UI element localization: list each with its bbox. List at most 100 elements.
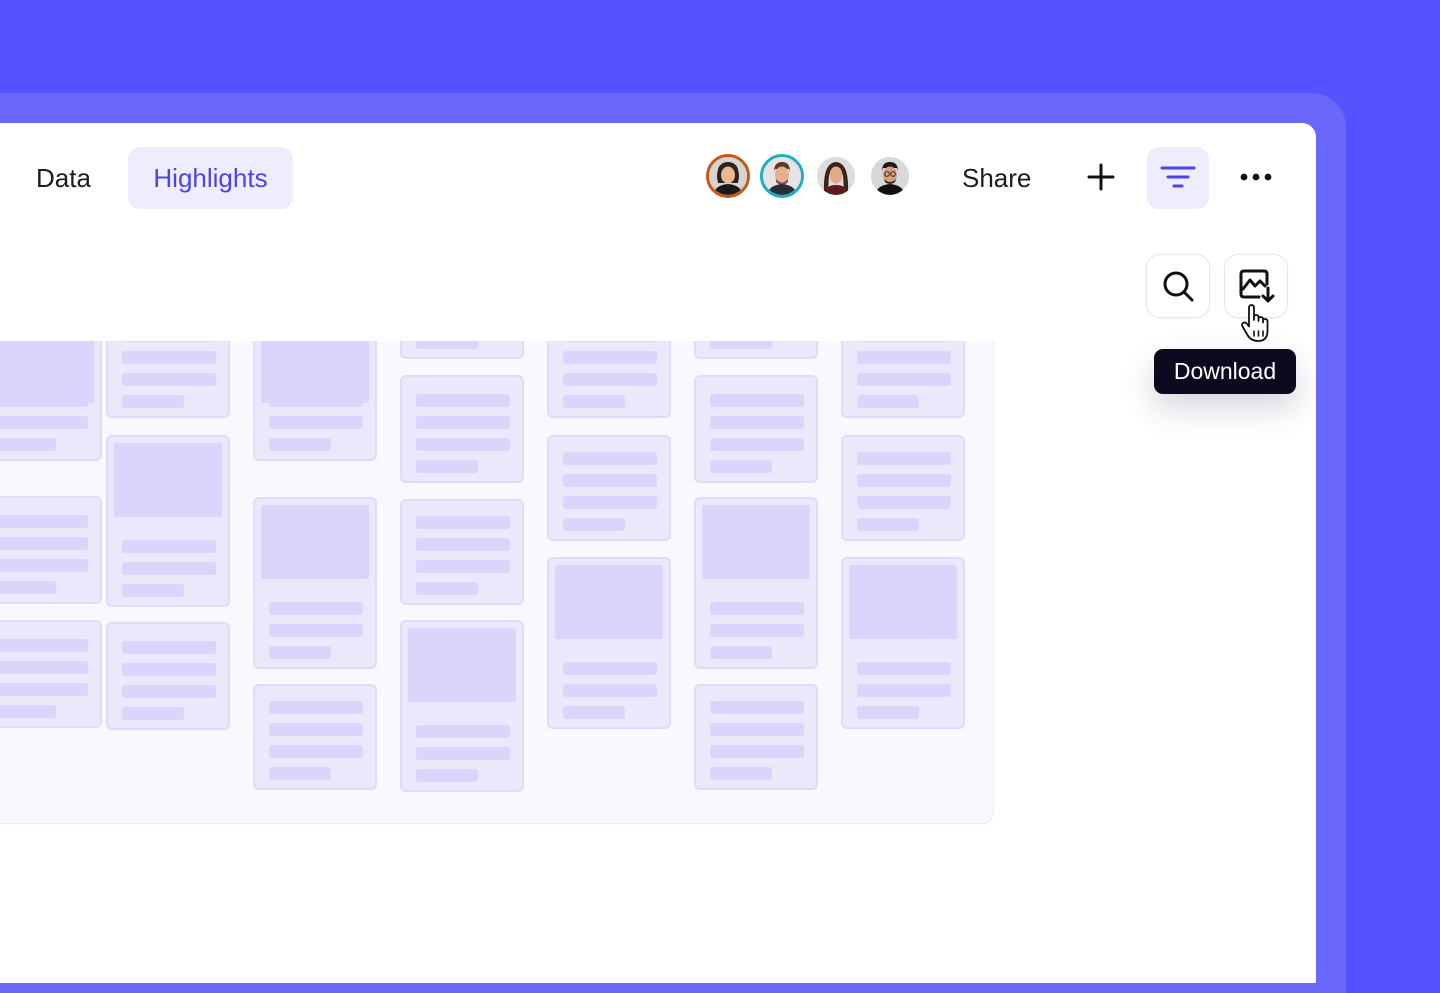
placeholder-card [106,435,230,607]
text-line-placeholder [563,395,625,408]
text-line-placeholder [416,538,510,551]
filter-button[interactable] [1147,147,1209,209]
text-line-placeholder [710,646,772,659]
avatar[interactable] [814,154,858,198]
text-line-placeholder [416,394,510,407]
text-line-placeholder [122,540,216,553]
text-line-placeholder [857,684,951,697]
text-line-placeholder [710,624,804,637]
text-line-placeholder [710,767,772,780]
search-button[interactable] [1146,254,1210,318]
text-line-placeholder [416,560,510,573]
avatar[interactable] [868,154,912,198]
text-line-placeholder [269,416,363,429]
text-line-placeholder [710,723,804,736]
text-line-placeholder [122,663,216,676]
text-line-placeholder [416,747,510,760]
text-line-placeholder [0,581,56,594]
text-line-placeholder [857,706,919,719]
text-line-placeholder [269,394,363,407]
card-image-placeholder [261,505,369,579]
text-line-placeholder [122,707,184,720]
text-line-placeholder [857,373,951,386]
text-line-placeholder [122,562,216,575]
tab-data[interactable]: Data [36,147,91,209]
text-line-placeholder [269,438,331,451]
placeholder-card [694,375,818,483]
placeholder-card [694,497,818,669]
text-line-placeholder [0,683,88,696]
text-line-placeholder [122,373,216,386]
text-line-placeholder [416,582,478,595]
text-line-placeholder [563,496,657,509]
text-line-placeholder [122,641,216,654]
card-image-placeholder [702,505,810,579]
text-line-placeholder [269,624,363,637]
placeholder-card [694,684,818,790]
placeholder-card [0,496,102,604]
highlights-board [0,341,994,824]
placeholder-card [547,435,671,541]
tab-highlights[interactable]: Highlights [128,147,293,209]
app-window: Data Highlights Share Download [0,123,1316,983]
text-line-placeholder [563,373,657,386]
placeholder-card [400,499,524,605]
placeholder-card [694,341,818,359]
text-line-placeholder [563,518,625,531]
card-image-placeholder [555,565,663,639]
text-line-placeholder [563,452,657,465]
text-line-placeholder [0,559,88,572]
placeholder-card [400,341,524,359]
share-button[interactable]: Share [962,147,1031,209]
placeholder-card [400,375,524,483]
text-line-placeholder [563,351,657,364]
text-line-placeholder [269,701,363,714]
text-line-placeholder [269,745,363,758]
text-line-placeholder [0,515,88,528]
placeholder-card [0,341,102,461]
placeholder-card [253,497,377,669]
avatar[interactable] [706,154,750,198]
text-line-placeholder [416,416,510,429]
add-button[interactable] [1078,154,1124,200]
placeholder-card [253,684,377,790]
placeholder-card [106,622,230,730]
text-line-placeholder [122,685,216,698]
text-line-placeholder [0,639,88,652]
text-line-placeholder [563,474,657,487]
text-line-placeholder [857,496,951,509]
text-line-placeholder [0,438,56,451]
search-icon [1163,271,1194,302]
text-line-placeholder [857,395,919,408]
text-line-placeholder [416,460,478,473]
text-line-placeholder [710,460,772,473]
text-line-placeholder [0,416,88,429]
image-download-icon [1239,269,1275,303]
placeholder-card [547,341,671,418]
text-line-placeholder [857,452,951,465]
text-line-placeholder [710,701,804,714]
text-line-placeholder [0,705,56,718]
text-line-placeholder [416,438,510,451]
placeholder-card [253,341,377,461]
text-line-placeholder [122,584,184,597]
text-line-placeholder [563,684,657,697]
card-image-placeholder [114,443,222,517]
placeholder-card [106,341,230,418]
placeholder-card [841,557,965,729]
text-line-placeholder [857,662,951,675]
text-line-placeholder [0,394,88,407]
text-line-placeholder [857,518,919,531]
text-line-placeholder [857,341,951,342]
text-line-placeholder [563,706,625,719]
placeholder-card [400,620,524,792]
plus-icon [1087,163,1115,191]
text-line-placeholder [269,723,363,736]
placeholder-card [0,620,102,728]
card-image-placeholder [408,628,516,702]
avatar[interactable] [760,154,804,198]
text-line-placeholder [122,395,184,408]
more-horizontal-icon [1240,173,1272,181]
more-button[interactable] [1230,154,1282,200]
text-line-placeholder [416,341,478,349]
